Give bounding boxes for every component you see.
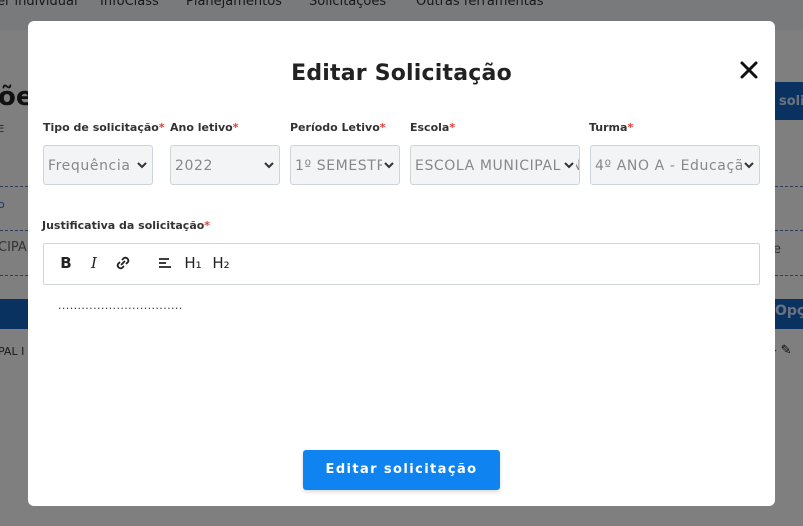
align-left-icon bbox=[159, 258, 171, 268]
heading-1-button[interactable]: H₁ bbox=[182, 254, 204, 274]
justification-editor[interactable]: ................................ bbox=[58, 299, 183, 312]
request-type-value: Frequência bbox=[48, 158, 131, 174]
justification-label: Justificativa da solicitação* bbox=[42, 219, 211, 232]
close-button[interactable] bbox=[736, 57, 762, 83]
align-button[interactable] bbox=[156, 254, 174, 274]
link-icon bbox=[116, 256, 130, 270]
school-year-value: 2022 bbox=[175, 158, 214, 174]
school-label: Escola* bbox=[410, 121, 456, 134]
school-year-select[interactable]: 2022 bbox=[170, 145, 280, 185]
school-year-label: Ano letivo* bbox=[170, 121, 239, 134]
school-select[interactable]: ESCOLA MUNICIPAL INF bbox=[410, 145, 580, 185]
chevron-down-icon bbox=[562, 158, 576, 172]
italic-button[interactable]: I bbox=[86, 254, 102, 274]
submit-edit-button[interactable]: Editar solicitação bbox=[303, 450, 500, 490]
class-select[interactable]: 4º ANO A - Educação bbox=[590, 145, 760, 185]
school-value: ESCOLA MUNICIPAL INF bbox=[415, 158, 580, 174]
request-type-select[interactable]: Frequência bbox=[43, 145, 153, 185]
school-period-label: Período Letivo* bbox=[290, 121, 386, 134]
class-label: Turma* bbox=[589, 121, 634, 134]
request-type-label: Tipo de solicitação* bbox=[43, 121, 165, 134]
chevron-down-icon bbox=[382, 158, 396, 172]
bold-button[interactable]: B bbox=[58, 254, 74, 274]
chevron-down-icon bbox=[262, 158, 276, 172]
class-value: 4º ANO A - Educação bbox=[595, 158, 754, 174]
edit-request-modal: Editar Solicitação Tipo de solicitação* … bbox=[28, 21, 775, 506]
link-button[interactable] bbox=[114, 254, 132, 274]
modal-title: Editar Solicitação bbox=[291, 61, 512, 86]
close-icon bbox=[740, 61, 758, 79]
editor-toolbar: B I H₁ H₂ bbox=[43, 243, 760, 285]
chevron-down-icon bbox=[135, 158, 149, 172]
chevron-down-icon bbox=[742, 158, 756, 172]
heading-2-button[interactable]: H₂ bbox=[210, 254, 232, 274]
school-period-select[interactable]: 1º SEMESTRE bbox=[290, 145, 400, 185]
